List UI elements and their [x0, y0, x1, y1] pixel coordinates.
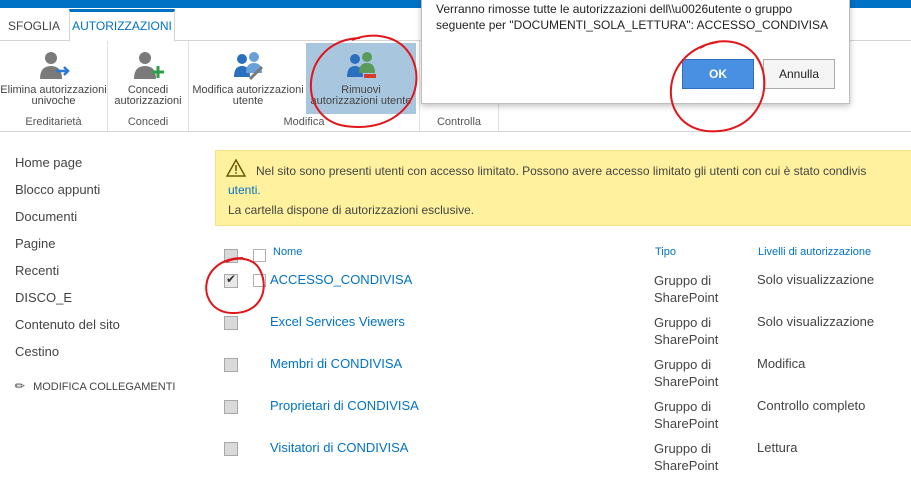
row-level: Controllo completo	[757, 398, 866, 413]
header-checkbox[interactable]	[253, 249, 266, 262]
row-type: Gruppo di SharePoint	[654, 315, 719, 347]
checkmark-icon: ✔	[226, 272, 237, 286]
warning-banner: Nel sito sono presenti utenti con access…	[215, 150, 911, 226]
row-level: Solo visualizzazione	[757, 272, 875, 287]
group-title-ereditarieta: Ereditarietà	[25, 116, 82, 128]
column-header-levels[interactable]: Livelli di autorizzazione	[758, 246, 871, 258]
warning-users-link[interactable]: utenti.	[228, 183, 261, 197]
column-header-type[interactable]: Tipo	[655, 246, 676, 258]
table-row: Excel Services Viewers Gruppo di SharePoi…	[0, 314, 911, 356]
elimina-label: Elimina autorizzazioni univoche	[0, 84, 107, 107]
confirm-dialog: Verranno rimosse tutte le autorizzazioni…	[421, 0, 850, 104]
rimuovi-autorizzazioni-button[interactable]: Rimuovi autorizzazioni utente	[306, 43, 416, 114]
row-type: Gruppo di SharePoint	[654, 357, 719, 389]
row-type: Gruppo di SharePoint	[654, 273, 719, 305]
group-concedi: Concedi autorizzazioni Concedi	[108, 41, 189, 131]
warning-text-line3: La cartella dispone di autorizzazioni es…	[228, 203, 475, 217]
row-select-checkbox[interactable]	[224, 400, 238, 414]
table-row: Membri di CONDIVISA Gruppo di SharePoint …	[0, 356, 911, 398]
warning-icon	[226, 159, 246, 177]
row-select-checkbox[interactable]	[224, 442, 238, 456]
tab-sfoglia[interactable]: SFOGLIA	[0, 12, 68, 40]
nav-item-home-page[interactable]: Home page	[15, 155, 175, 182]
row-checkbox[interactable]	[253, 274, 266, 287]
row-name[interactable]: Visitatori di CONDIVISA	[270, 440, 408, 455]
cancel-button[interactable]: Annulla	[763, 59, 835, 89]
row-level: Modifica	[757, 356, 806, 371]
row-select-checkbox[interactable]	[224, 358, 238, 372]
group-title-controlla: Controlla	[436, 116, 482, 128]
grant-permissions-icon	[134, 52, 164, 79]
concedi-label: Concedi autorizzazioni	[114, 84, 182, 107]
nav-item-blocco-appunti[interactable]: Blocco appunti	[15, 182, 175, 209]
rimuovi-label: Rimuovi autorizzazioni utente	[310, 84, 412, 107]
row-type: Gruppo di SharePoint	[654, 399, 719, 431]
row-name[interactable]: Excel Services Viewers	[270, 314, 405, 329]
row-select-checkbox[interactable]	[224, 316, 238, 330]
dialog-message: Verranno rimosse tutte le autorizzazioni…	[436, 2, 828, 32]
group-title-concedi: Concedi	[127, 116, 169, 128]
tab-autorizzazioni[interactable]: AUTORIZZAZIONI	[69, 9, 175, 42]
nav-item-documenti[interactable]: Documenti	[15, 209, 175, 236]
row-name[interactable]: Proprietari di CONDIVISA	[270, 398, 419, 413]
edit-permissions-icon	[234, 52, 264, 81]
group-modifica: Modifica autorizzazioni utente Rimuovi a…	[189, 41, 420, 131]
modifica-autorizzazioni-button[interactable]: Modifica autorizzazioni utente	[191, 43, 305, 107]
warning-text-line1: Nel sito sono presenti utenti con access…	[256, 164, 867, 178]
elimina-autorizzazioni-button[interactable]: Elimina autorizzazioni univoche	[0, 43, 107, 107]
delete-permissions-icon	[39, 52, 70, 79]
column-header-name[interactable]: Nome	[273, 246, 302, 258]
remove-permissions-icon	[347, 52, 376, 78]
modifica-label: Modifica autorizzazioni utente	[192, 84, 304, 107]
row-name[interactable]: ACCESSO_CONDIVISA	[270, 272, 412, 287]
table-row: Visitatori di CONDIVISA Gruppo di SharePo…	[0, 440, 911, 482]
row-name[interactable]: Membri di CONDIVISA	[270, 356, 402, 371]
row-level: Lettura	[757, 440, 798, 455]
row-level: Solo visualizzazione	[757, 314, 875, 329]
row-type: Gruppo di SharePoint	[654, 441, 719, 473]
table-row: ✔ ACCESSO_CONDIVISA Gruppo di SharePoint …	[0, 272, 911, 314]
row-select-checkbox[interactable]: ✔	[224, 272, 238, 288]
select-all-checkbox[interactable]	[224, 249, 238, 263]
nav-item-pagine[interactable]: Pagine	[15, 236, 175, 263]
group-ereditarieta: Elimina autorizzazioni univoche Ereditar…	[0, 41, 108, 131]
group-title-modifica: Modifica	[283, 116, 325, 128]
concedi-autorizzazioni-button[interactable]: Concedi autorizzazioni	[112, 43, 184, 107]
table-row: Proprietari di CONDIVISA Gruppo di ShareP…	[0, 398, 911, 440]
ok-button[interactable]: OK	[682, 59, 754, 89]
